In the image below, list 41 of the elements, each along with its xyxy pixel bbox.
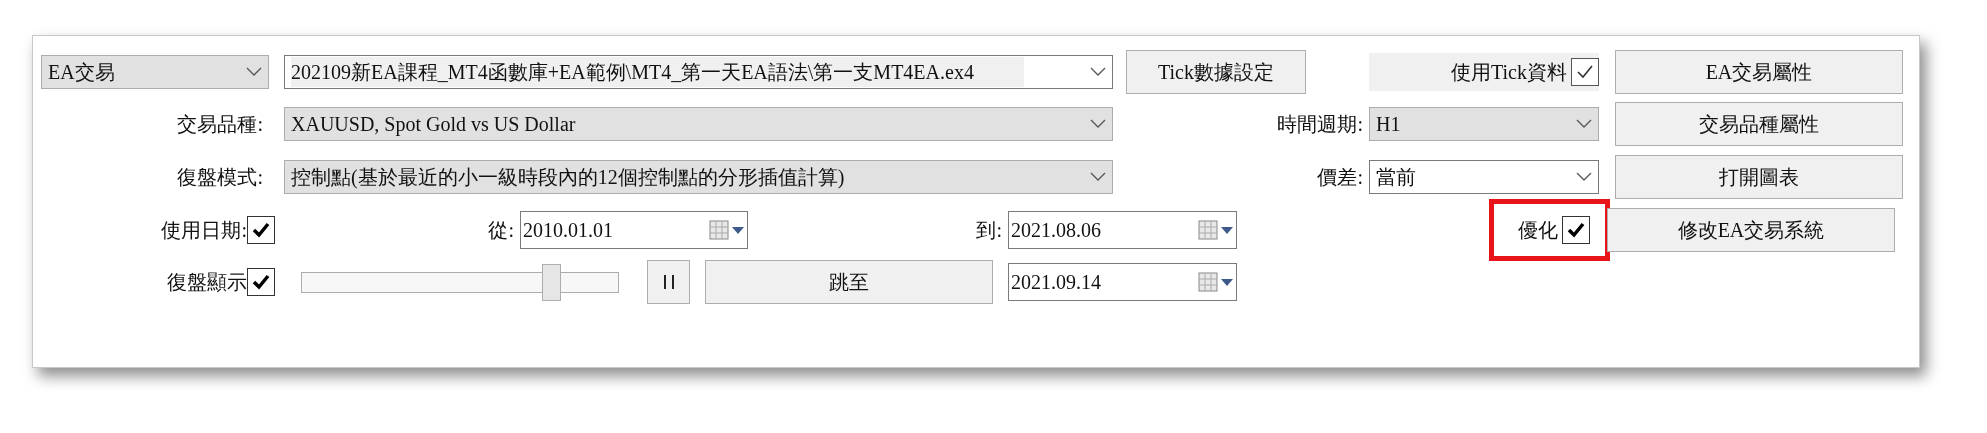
field-label: 復盤顯示 (166, 270, 247, 295)
chevron-icon (1090, 119, 1106, 129)
symbol-properties-button[interactable]: 交易品種屬性 (1615, 102, 1903, 146)
field-label: 交易品種: (176, 112, 264, 137)
calendar-icon (709, 219, 745, 241)
checkmark-icon (1576, 64, 1594, 80)
ea-properties-button[interactable]: EA交易屬性 (1615, 50, 1903, 94)
checkmark-icon (252, 274, 270, 290)
calendar-icon (1198, 271, 1234, 293)
open-chart-button[interactable]: 打開圖表 (1615, 155, 1903, 199)
spread-dropdown[interactable]: 當前 (1369, 160, 1599, 194)
checkbox[interactable] (1571, 58, 1599, 86)
field-label: 時間週期: (1276, 112, 1364, 137)
field-label: 到: (975, 218, 1003, 243)
slider-track[interactable] (301, 263, 619, 301)
date-field[interactable]: 2021.08.06 (1008, 211, 1237, 249)
skip-to-button[interactable]: 跳至 (705, 260, 993, 304)
checkmark-icon (1567, 222, 1585, 238)
date-field[interactable]: 2010.01.01 (520, 211, 748, 249)
pause-button[interactable] (647, 260, 690, 304)
edit-ea-button[interactable]: 修改EA交易系統 (1607, 208, 1895, 252)
chevron-icon (1090, 172, 1106, 182)
field-label: 價差: (1316, 165, 1364, 190)
checkmark-icon (252, 222, 270, 238)
use-tick-option[interactable]: 使用Tick資料 (1369, 53, 1599, 91)
ea-file-dropdown[interactable]: 202109新EA課程_MT4函數庫+EA範例\MT4_第一天EA語法\第一支MT4EA.ex4 (284, 55, 1113, 89)
chevron-icon (1576, 172, 1592, 182)
checkbox[interactable] (247, 216, 275, 244)
pause-icon (663, 275, 674, 289)
calendar-icon (1198, 219, 1234, 241)
checkbox[interactable] (1562, 216, 1590, 244)
field-label: 使用日期: (160, 218, 247, 243)
chevron-icon (1090, 67, 1106, 77)
chevron-icon (1576, 119, 1592, 129)
field-label: 從: (487, 218, 515, 243)
slider-thumb[interactable] (542, 263, 562, 301)
field-label: 復盤模式: (176, 165, 264, 190)
checkbox[interactable] (247, 268, 275, 296)
tick-settings-button[interactable]: Tick數據設定 (1126, 50, 1306, 94)
chevron-icon (246, 67, 262, 77)
date-field[interactable]: 2021.09.14 (1008, 263, 1237, 301)
